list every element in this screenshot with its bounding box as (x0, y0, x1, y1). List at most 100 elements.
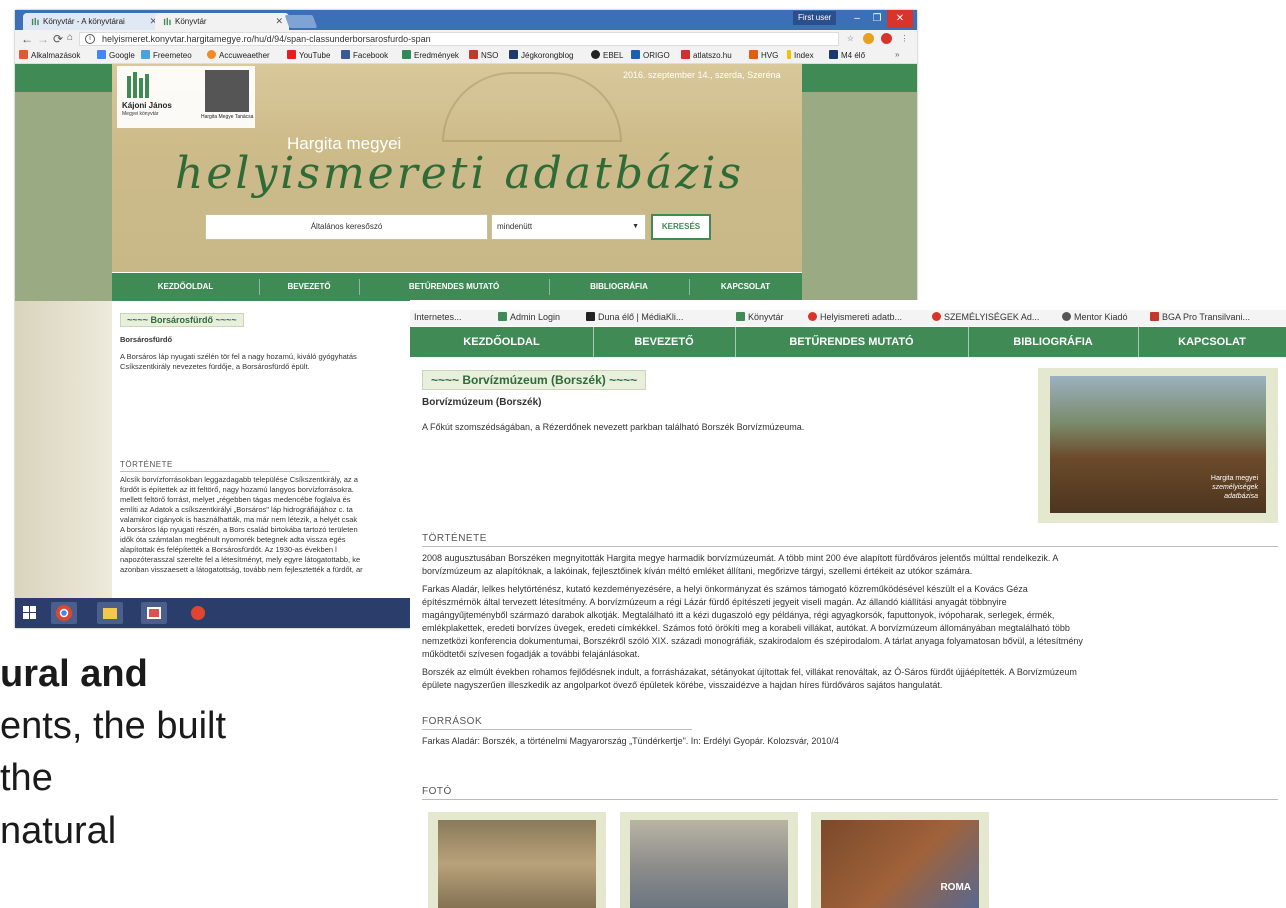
article-heading: Borsárosfürdő (120, 335, 173, 344)
search-input[interactable]: Általános keresőszó (205, 214, 488, 240)
photo-watermark: Hargita megyei személyiségek adatbázisa (1211, 474, 1258, 501)
bookmark-eredmenyek[interactable]: Eredmények (402, 50, 459, 60)
bookmark-jegkorongblog[interactable]: Jégkorongblog (509, 50, 573, 60)
star-icon[interactable]: ☆ (845, 33, 856, 44)
mentor-icon (1062, 312, 1071, 321)
bookmark-mentor-kiado[interactable]: Mentor Kiadó (1062, 312, 1128, 322)
bookmark-facebook[interactable]: Facebook (341, 50, 388, 60)
nso-icon (469, 50, 478, 59)
tab-konyvtar-a-konyvtarai[interactable]: Könyvtár - A könyvtárai ✕ (23, 13, 163, 30)
jegkorongblog-icon (509, 50, 518, 59)
history-line: működtetői szívesen fogadják a további f… (422, 649, 640, 659)
history-heading: TÖRTÉNETE (422, 533, 487, 544)
bookmark-duna-elo[interactable]: Duna élő | MédiaKli... (586, 312, 683, 322)
nav-kapcsolat[interactable]: KAPCSOLAT (1138, 327, 1286, 357)
history-line: borvízmúzeum az alapítóknak, a lakóinak,… (422, 566, 973, 576)
nav-beturendes-mutato[interactable]: BETŰRENDES MUTATÓ (735, 327, 968, 357)
url-field[interactable]: i helyismeret.konyvtar.hargitamegye.ro/h… (79, 32, 839, 46)
featured-photo[interactable]: Hargita megyei személyiségek adatbázisa (1038, 368, 1278, 523)
bookmark-apps[interactable]: Alkalmazások (19, 50, 80, 60)
bookmark-helyismereti[interactable]: Helyismereti adatb... (808, 312, 902, 322)
history-line: azonban visszaesett a látogatottság, tov… (120, 565, 363, 574)
extension-icon[interactable] (863, 33, 874, 44)
history-line: emlékplakettek, eredeti borvízes üvegek,… (422, 623, 1070, 633)
presentation-app-icon[interactable] (141, 602, 167, 624)
bookmark-szemelyisegek[interactable]: SZEMÉLYISÉGEK Ad... (932, 312, 1039, 322)
profile-badge[interactable]: First user (793, 11, 837, 25)
bookmark-m4[interactable]: M4 élő (829, 50, 865, 60)
nav-kapcsolat[interactable]: KAPCSOLAT (689, 273, 802, 301)
photo-thumbnail[interactable] (428, 812, 606, 908)
maximize-icon[interactable]: ❐ (867, 10, 887, 28)
nav-bibliografia[interactable]: BIBLIOGRÁFIA (968, 327, 1138, 357)
apps-icon (19, 50, 28, 59)
bookmark-admin-login[interactable]: Admin Login (498, 312, 560, 322)
nav-kezdooldal[interactable]: KEZDŐOLDAL (410, 327, 593, 357)
search-button[interactable]: KERESÉS (651, 214, 711, 240)
bookmark-bga[interactable]: BGA Pro Transilvani... (1150, 312, 1250, 322)
history-line: nemzetközi konferencia dokumentumai, Bor… (422, 636, 1083, 646)
article-section-title: ~~~~ Borsárosfürdő ~~~~ (120, 313, 244, 327)
bookmark-youtube[interactable]: YouTube (287, 50, 330, 60)
bookmark-internetes[interactable]: Internetes... (414, 312, 462, 322)
nav-bevezeto[interactable]: BEVEZETŐ (259, 273, 359, 301)
site-title: helyismereti adatbázis (175, 148, 745, 199)
paint-app-icon[interactable] (185, 602, 211, 624)
bookmark-konyvtar[interactable]: Könyvtár (736, 312, 784, 322)
library-logo[interactable]: Kájoni János Megyei könyvtár Hargita Meg… (117, 66, 255, 128)
bookmark-origo[interactable]: ORIGO (631, 50, 670, 60)
tab-konyvtar[interactable]: Könyvtár ✕ (155, 13, 289, 30)
bookmark-freemeteo[interactable]: Freemeteo (141, 50, 192, 60)
bookmark-atlatszo[interactable]: atlatszo.hu (681, 50, 732, 60)
new-tab-button[interactable] (284, 15, 318, 28)
url-text: helyismeret.konyvtar.hargitamegye.ro/hu/… (102, 34, 431, 44)
bookmark-google[interactable]: Google (97, 50, 135, 60)
county-crest-icon (205, 70, 249, 112)
handwriting-background (15, 301, 112, 628)
hvg-icon (749, 50, 758, 59)
info-icon: i (85, 34, 95, 44)
minimize-icon[interactable]: – (847, 10, 867, 28)
forward-icon[interactable]: → (37, 32, 49, 46)
history-line: Alcsík borvízforrásokban leggazdagabb te… (120, 475, 358, 484)
bookmark-accuweather[interactable]: Accuweaether (207, 50, 270, 60)
adblock-icon[interactable] (881, 33, 892, 44)
chrome-icon[interactable] (51, 602, 77, 624)
divider (422, 546, 1278, 547)
more-bookmarks-icon[interactable]: » (895, 50, 899, 59)
cathedral-illustration (442, 72, 622, 142)
nav-kezdooldal[interactable]: KEZDŐOLDAL (112, 273, 259, 301)
nav-bibliografia[interactable]: BIBLIOGRÁFIA (549, 273, 689, 301)
back-icon[interactable]: ← (21, 32, 33, 46)
menu-icon[interactable]: ⋮ (899, 33, 910, 44)
index-icon (787, 50, 791, 59)
bookmark-index[interactable]: Index (787, 50, 814, 60)
bookmark-ebel[interactable]: EBEL (591, 50, 623, 60)
close-window-icon[interactable]: ✕ (887, 10, 913, 28)
slide-text-line-1: ural and (0, 653, 148, 695)
reload-icon[interactable]: ⟳ (53, 32, 63, 46)
current-date: 2016. szeptember 14., szerda, Szeréna (623, 70, 781, 80)
nav-bevezeto[interactable]: BEVEZETŐ (593, 327, 735, 357)
article-heading: Borvízmúzeum (Borszék) (422, 397, 542, 408)
home-icon[interactable]: ⌂ (67, 32, 73, 43)
partner-logo-text: Hargita Megye Tanácsa (201, 114, 254, 120)
eredmenyek-icon (402, 50, 411, 59)
photo-thumbnail[interactable] (620, 812, 798, 908)
bookmark-nso[interactable]: NSO (469, 50, 498, 60)
history-line: magángyűjteményből származó darabok alko… (422, 610, 1055, 620)
start-icon[interactable] (17, 602, 43, 624)
file-explorer-icon[interactable] (97, 602, 123, 624)
photo-thumbnail[interactable]: ROMA (811, 812, 989, 908)
logo-subtitle: Megyei könyvtár (122, 111, 159, 117)
bookmark-hvg[interactable]: HVG (749, 50, 778, 60)
ebel-icon (591, 50, 600, 59)
facebook-icon (341, 50, 350, 59)
museum-artifact-photo: ROMA (821, 820, 979, 908)
slide-text-line-2: ents, the built (0, 705, 227, 747)
close-icon[interactable]: ✕ (275, 16, 283, 27)
history-line: 2008 augusztusában Borszéken megnyitottá… (422, 553, 1059, 563)
search-scope-select[interactable]: mindenütt ▼ (491, 214, 646, 240)
screenshot-collage: ural and ents, the built the natural Kön… (0, 0, 1286, 908)
nav-beturendes-mutato[interactable]: BETŰRENDES MUTATÓ (359, 273, 549, 301)
